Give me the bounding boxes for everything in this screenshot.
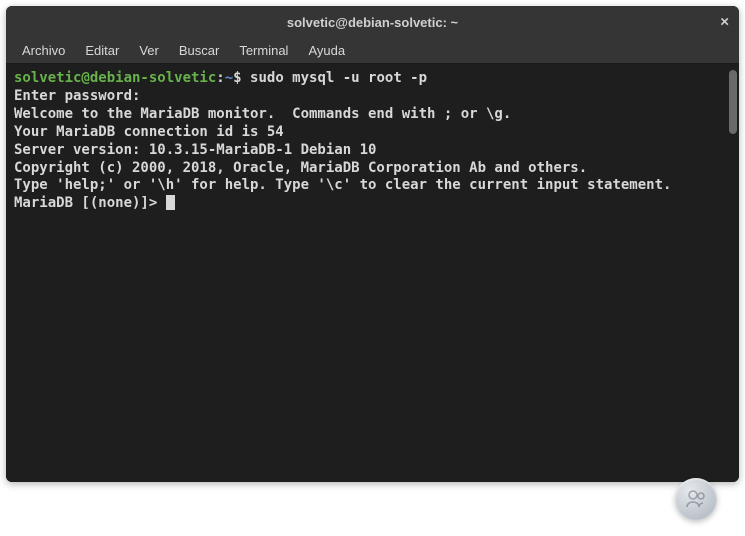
window-title: solvetic@debian-solvetic: ~ bbox=[287, 15, 458, 30]
command-text: sudo mysql -u root -p bbox=[250, 70, 427, 86]
output-line: Server version: 10.3.15-MariaDB-1 Debian… bbox=[14, 142, 731, 160]
menu-archivo[interactable]: Archivo bbox=[12, 40, 75, 61]
menu-terminal[interactable]: Terminal bbox=[229, 40, 298, 61]
menu-buscar[interactable]: Buscar bbox=[169, 40, 229, 61]
output-line: Type 'help;' or '\h' for help. Type '\c'… bbox=[14, 177, 731, 195]
output-line: Copyright (c) 2000, 2018, Oracle, MariaD… bbox=[14, 160, 731, 178]
terminal-window: solvetic@debian-solvetic: ~ × Archivo Ed… bbox=[6, 6, 739, 482]
db-prompt: MariaDB [(none)]> bbox=[14, 195, 166, 211]
output-line: Enter password: bbox=[14, 88, 731, 106]
prompt-line: solvetic@debian-solvetic:~$ sudo mysql -… bbox=[14, 70, 731, 88]
terminal-body[interactable]: solvetic@debian-solvetic:~$ sudo mysql -… bbox=[6, 64, 739, 482]
titlebar: solvetic@debian-solvetic: ~ × bbox=[6, 6, 739, 38]
prompt-symbol: $ bbox=[233, 70, 250, 86]
cursor-icon bbox=[166, 195, 175, 210]
prompt-user-host: solvetic@debian-solvetic bbox=[14, 70, 216, 86]
menu-editar[interactable]: Editar bbox=[75, 40, 129, 61]
prompt-path: ~ bbox=[225, 70, 233, 86]
db-prompt-line: MariaDB [(none)]> bbox=[14, 195, 731, 213]
menu-ver[interactable]: Ver bbox=[129, 40, 169, 61]
scrollbar-thumb[interactable] bbox=[729, 70, 737, 134]
menubar: Archivo Editar Ver Buscar Terminal Ayuda bbox=[6, 38, 739, 64]
chat-bubble-icon[interactable] bbox=[675, 478, 717, 520]
output-line: Welcome to the MariaDB monitor. Commands… bbox=[14, 106, 731, 124]
output-line: Your MariaDB connection id is 54 bbox=[14, 124, 731, 142]
close-icon[interactable]: × bbox=[720, 14, 729, 31]
prompt-colon: : bbox=[216, 70, 224, 86]
menu-ayuda[interactable]: Ayuda bbox=[298, 40, 355, 61]
